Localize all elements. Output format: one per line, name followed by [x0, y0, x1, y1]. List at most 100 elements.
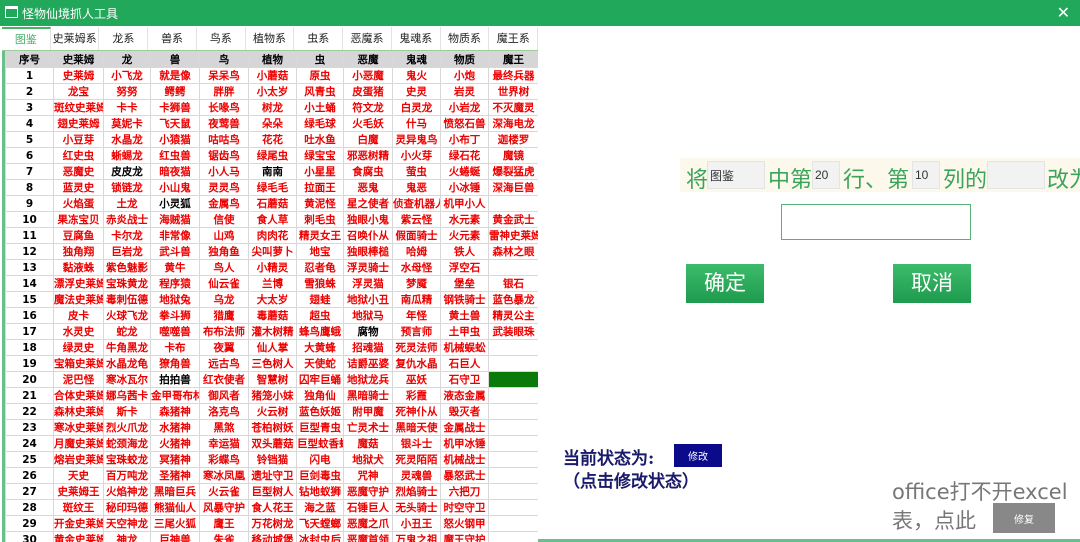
table-cell[interactable]: 蓝色妖姬	[296, 403, 344, 420]
table-cell[interactable]: 精灵女王	[296, 227, 344, 244]
table-cell[interactable]: 预言师	[392, 323, 441, 340]
table-cell[interactable]: 开金史莱姆	[53, 515, 104, 532]
tab-7[interactable]: 恶魔系	[343, 27, 392, 50]
table-cell[interactable]: 金属鸟	[199, 195, 249, 212]
table-cell[interactable]: 幸运猫	[199, 435, 249, 452]
table-cell[interactable]: 浮灵猫	[343, 275, 393, 292]
table-cell[interactable]: 水灵史	[53, 323, 104, 340]
table-cell[interactable]: 翅蛙	[296, 291, 344, 308]
tab-0[interactable]: 图鉴	[2, 27, 51, 50]
table-cell[interactable]: 毁灭者	[440, 403, 489, 420]
table-cell[interactable]: 独角仙	[296, 387, 344, 404]
confirm-button[interactable]: 确定	[686, 264, 764, 303]
tab-2[interactable]: 龙系	[99, 27, 149, 50]
table-cell[interactable]: 水元素	[440, 211, 489, 228]
table-cell[interactable]: 火元素	[440, 227, 489, 244]
table-cell[interactable]: 火焰神龙	[103, 483, 151, 500]
table-cell[interactable]: 海贼猫	[150, 211, 200, 228]
table-cell[interactable]: 吐水鱼	[296, 131, 344, 148]
table-cell[interactable]: 刺毛虫	[296, 211, 344, 228]
table-cell[interactable]: 暴怒武士	[440, 467, 489, 484]
column-header[interactable]: 植物	[248, 51, 297, 68]
column-header[interactable]: 史莱姆	[53, 51, 104, 68]
table-cell[interactable]: 卡狮兽	[150, 99, 200, 116]
table-cell[interactable]: 忍者龟	[296, 259, 344, 276]
table-cell[interactable]: 水晶龙龟	[103, 355, 151, 372]
table-cell[interactable]: 绿毛球	[296, 115, 344, 132]
table-cell[interactable]: 侦查机器人	[392, 195, 441, 212]
column-header[interactable]: 鬼魂	[392, 51, 441, 68]
table-cell[interactable]: 蛇龙	[103, 323, 151, 340]
table-cell[interactable]: 石守卫	[440, 371, 489, 388]
table-cell[interactable]: 大太岁	[248, 291, 297, 308]
table-cell[interactable]: 牛角黑龙	[103, 339, 151, 356]
table-cell[interactable]: 遗址守卫	[248, 467, 297, 484]
table-cell[interactable]: 猎鹰	[199, 307, 249, 324]
table-cell[interactable]: 非常像	[150, 227, 200, 244]
table-cell[interactable]: 武装眼珠	[488, 323, 538, 340]
table-cell[interactable]: 深海巨兽	[488, 179, 538, 196]
table-cell[interactable]: 熊猫仙人	[150, 499, 200, 516]
table-cell[interactable]: 时空守卫	[440, 499, 489, 516]
table-cell[interactable]: 万花树龙	[248, 515, 297, 532]
table-cell[interactable]: 智慧树	[248, 371, 297, 388]
table-cell[interactable]: 铁人	[440, 243, 489, 260]
table-cell[interactable]: 三尾火狐	[150, 515, 200, 532]
table-cell[interactable]: 斯卡	[103, 403, 151, 420]
table-cell[interactable]: 水猪神	[150, 419, 200, 436]
table-cell[interactable]: 天空神龙	[103, 515, 151, 532]
table-cell[interactable]: 蛇颈海龙	[103, 435, 151, 452]
table-cell[interactable]: 恶鬼	[343, 179, 393, 196]
row-input[interactable]	[812, 161, 840, 189]
table-cell[interactable]: 仙云雀	[199, 275, 249, 292]
table-cell[interactable]: 绿尾虫	[248, 147, 297, 164]
table-cell[interactable]: 火蜷蜒	[440, 163, 489, 180]
table-cell[interactable]: 土龙	[103, 195, 151, 212]
table-cell[interactable]: 小人马	[199, 163, 249, 180]
table-cell[interactable]: 毒蘑菇	[248, 307, 297, 324]
table-cell[interactable]: 朵朵	[248, 115, 297, 132]
table-cell[interactable]: 火毛妖	[343, 115, 393, 132]
table-cell[interactable]: 巨型蚊香蛙	[296, 435, 344, 452]
table-cell[interactable]: 石锤巨人	[343, 499, 393, 516]
table-cell[interactable]: 寒冰史莱姆	[53, 419, 104, 436]
table-cell[interactable]: 钻地蚁狮	[296, 483, 344, 500]
table-cell[interactable]: 赤炎战士	[103, 211, 151, 228]
table-cell[interactable]: 神龙	[103, 531, 151, 542]
table-cell[interactable]: 雷神史莱姆	[488, 227, 538, 244]
table-cell[interactable]: 年怪	[392, 307, 441, 324]
table-cell[interactable]: 鸟人	[199, 259, 249, 276]
table-cell[interactable]	[488, 419, 538, 436]
table-cell[interactable]	[488, 355, 538, 372]
table-cell[interactable]: 金属战士	[440, 419, 489, 436]
table-cell[interactable]	[488, 451, 538, 468]
table-cell[interactable]: 巫妖	[392, 371, 441, 388]
table-cell[interactable]: 黑暗天使	[392, 419, 441, 436]
column-input[interactable]	[912, 161, 940, 189]
table-cell[interactable]: 蜥蜴龙	[103, 147, 151, 164]
table-cell[interactable]: 猪笼小妹	[248, 387, 297, 404]
tab-8[interactable]: 鬼魂系	[391, 27, 441, 50]
table-cell[interactable]: 黄金武士	[488, 211, 538, 228]
old-value-input[interactable]	[987, 161, 1045, 189]
table-cell[interactable]: 地狱龙兵	[343, 371, 393, 388]
table-cell[interactable]: 爆裂猛虎	[488, 163, 538, 180]
table-cell[interactable]: 六把刀	[440, 483, 489, 500]
table-cell[interactable]: 黄牛	[150, 259, 200, 276]
table-cell[interactable]: 拳斗狮	[150, 307, 200, 324]
table-cell[interactable]: 漂浮史莱姆	[53, 275, 104, 292]
column-header[interactable]: 魔王	[488, 51, 538, 68]
table-cell[interactable]: 毒刺伍德	[103, 291, 151, 308]
table-cell[interactable]	[488, 531, 538, 542]
table-cell[interactable]	[488, 339, 538, 356]
table-cell[interactable]: 巨剑毒虫	[296, 467, 344, 484]
table-cell[interactable]: 邪恶树精	[343, 147, 393, 164]
tab-5[interactable]: 植物系	[245, 27, 295, 50]
table-cell[interactable]: 地狱小丑	[343, 291, 393, 308]
table-cell[interactable]: 深海电龙	[488, 115, 538, 132]
table-cell[interactable]: 黄金史莱姆	[53, 531, 104, 542]
table-cell[interactable]: 绿石花	[440, 147, 489, 164]
column-header[interactable]: 兽	[150, 51, 200, 68]
table-cell[interactable]: 火云雀	[199, 483, 249, 500]
table-cell[interactable]: 史灵	[392, 83, 441, 100]
